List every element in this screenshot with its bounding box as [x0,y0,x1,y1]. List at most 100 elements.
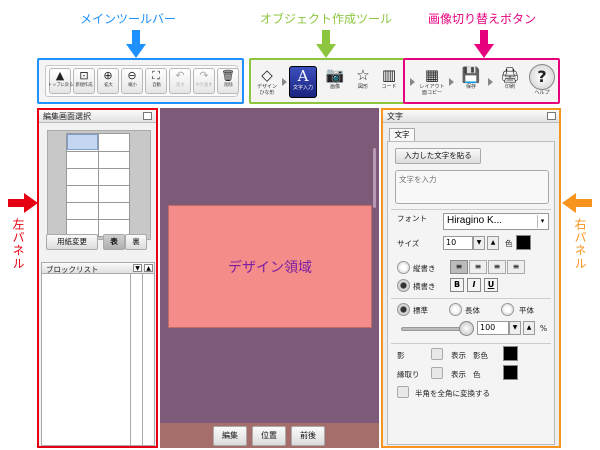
horizontal-label: 横書き [413,282,436,291]
arrow-right-icon [488,78,493,86]
tab-edit[interactable]: 編集 [213,426,247,446]
diamond-icon: ◇ [261,66,273,84]
design-area-label: デザイン領域 [228,259,312,276]
block-list: ブロックリスト ▼ ▲ [41,262,155,446]
zoom-out-icon: ⊖ [127,69,137,82]
scale-slider-thumb[interactable] [459,321,474,336]
size-down-button[interactable]: ▼ [473,236,485,250]
outline-color-swatch[interactable] [503,365,518,380]
page-grid[interactable] [66,133,130,237]
image-switch-arrow-icon [474,30,494,58]
align-justify-button[interactable]: ≡ [507,260,525,274]
layout-copy-button[interactable]: ▦ レイアウト 面コピー [418,66,446,98]
fit-icon: ⛶ [152,69,160,82]
scroll-up-icon[interactable]: ▲ [144,264,153,272]
front-button[interactable]: 表 [103,234,125,250]
camera-icon: 📷 [325,66,345,84]
scale-input[interactable]: 100 [477,321,509,335]
window-icon [547,112,556,120]
auto-fit-button[interactable]: ⛶ 自動 [145,68,167,94]
bold-button[interactable]: B [450,278,464,292]
barcode-icon: ▥ [381,66,397,84]
outline-color-label: 色 [473,370,481,379]
delete-button[interactable]: 🗑 削除 [217,68,239,94]
shadow-checkbox[interactable] [431,348,443,360]
text-a-icon: A [297,67,309,85]
redo-button[interactable]: ↷ やり直す [193,68,215,94]
trash-icon: 🗑 [221,69,235,82]
floppy-icon: 💾 [461,66,481,84]
back-button[interactable]: 裏 [125,234,147,250]
page-thumbnail-area[interactable] [47,130,151,240]
flat-radio[interactable] [501,303,514,316]
outline-label: 縁取り [397,370,420,379]
top-button[interactable]: ▲ トップに戻る [47,68,73,94]
code-button[interactable]: ▥ コード [375,66,403,98]
design-template-button[interactable]: ◇ デザイン ひな形 [253,66,281,98]
image-switch-toolbar: ▦ レイアウト 面コピー 💾 保存 🖨 印刷 ? ヘルプ [403,58,560,104]
outline-checkbox[interactable] [431,367,443,379]
zoom-in-icon: ⊕ [103,69,113,82]
tab-text[interactable]: 文字 [389,128,415,141]
scale-up-button[interactable]: ▲ [523,321,535,335]
horizontal-radio[interactable] [397,279,410,292]
block-list-label: ブロックリスト [46,265,99,274]
print-button[interactable]: 🖨 印刷 [496,66,524,98]
window-icon [143,112,152,120]
size-up-button[interactable]: ▲ [487,236,499,250]
redo-icon: ↷ [199,69,209,82]
arrow-right-icon [282,78,287,86]
align-right-button[interactable]: ≡ [488,260,506,274]
new-document-icon: ⊡ [79,69,89,82]
arrow-right-icon [449,78,454,86]
text-color-swatch[interactable] [516,235,531,250]
left-panel: 編集画面選択 用紙変更 表 裏 ブロックリスト ▼ ▲ [37,108,158,448]
zoom-in-button[interactable]: ⊕ 拡大 [97,68,119,94]
scale-down-button[interactable]: ▼ [509,321,521,335]
flat-label: 平体 [519,306,534,315]
right-panel-annotation: 右パネル [573,218,587,270]
convert-checkbox[interactable] [397,386,409,398]
text-input[interactable] [395,170,549,204]
shape-button[interactable]: ☆ 図形 [349,66,377,98]
convert-label: 半角を全角に変換する [415,389,490,398]
shadow-label: 影 [397,351,405,360]
size-input[interactable]: 10 [443,236,473,250]
zoom-out-button[interactable]: ⊖ 縮小 [121,68,143,94]
standard-radio[interactable] [397,303,410,316]
canvas-scrollbar[interactable] [373,148,376,208]
main-toolbar: ▲ トップに戻る ⊡ 新規作成 ⊕ 拡大 ⊖ 縮小 ⛶ 自動 ↶ 戻す ↷ やり直す 🗑 削除 [37,58,244,104]
new-button[interactable]: ⊡ 新規作成 [73,68,95,94]
paper-change-button[interactable]: 用紙変更 [46,234,98,250]
main-toolbar-arrow-icon [126,30,146,58]
tab-position[interactable]: 位置 [252,426,286,446]
paste-text-button[interactable]: 入力した文字を貼る [395,148,481,164]
save-button[interactable]: 💾 保存 [457,66,485,98]
vertical-radio[interactable] [397,261,410,274]
design-area[interactable]: デザイン領域 [168,205,372,328]
vertical-label: 縦書き [413,264,436,273]
object-toolbar-annotation: オブジェクト作成ツール [260,12,393,26]
dropdown-icon[interactable]: ▼ [133,264,142,272]
image-button[interactable]: 📷 画像 [321,66,349,98]
shadow-color-swatch[interactable] [503,346,518,361]
left-panel-arrow-icon [8,193,38,213]
align-center-button[interactable]: ≡ [469,260,487,274]
size-label: サイズ [397,239,420,248]
text-input-button[interactable]: A 文字入力 [289,66,317,98]
undo-icon: ↶ [175,69,185,82]
undo-button[interactable]: ↶ 戻す [169,68,191,94]
right-panel-title: 文字 [383,110,559,123]
align-left-button[interactable]: ≡ [450,260,468,274]
long-radio[interactable] [449,303,462,316]
standard-label: 標準 [413,306,428,315]
tab-order[interactable]: 前後 [291,426,325,446]
italic-button[interactable]: I [467,278,481,292]
arrow-right-icon [410,78,415,86]
font-label: フォント [397,214,427,223]
underline-button[interactable]: U [484,278,498,292]
font-select[interactable]: Hiragino K... ▾ [443,213,549,230]
help-button[interactable]: ? ヘルプ [527,64,557,100]
canvas-area: デザイン領域 編集 位置 前後 [160,108,379,448]
shadow-color-label: 影色 [473,351,488,360]
